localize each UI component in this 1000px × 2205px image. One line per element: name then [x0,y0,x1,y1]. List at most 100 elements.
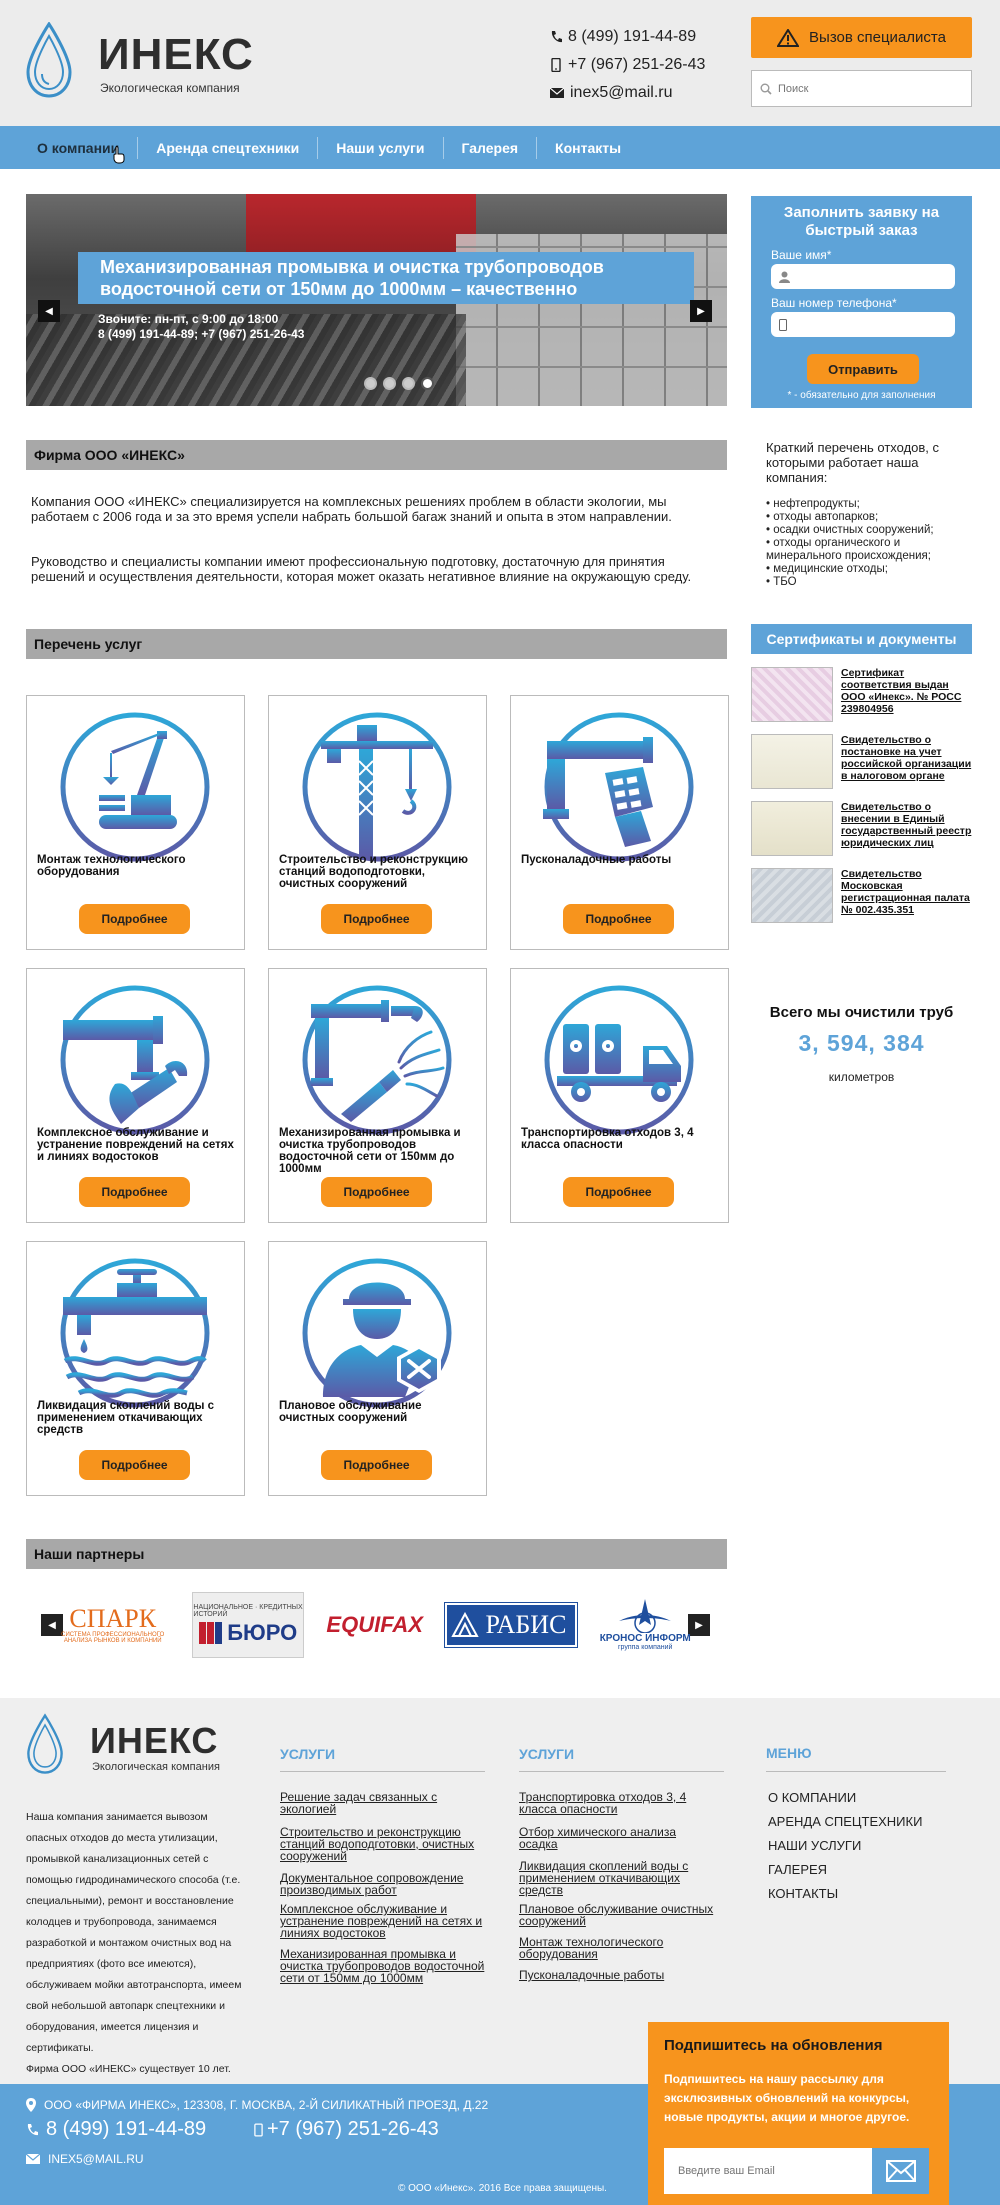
footer-logo-title[interactable]: ИНЕКС [90,1720,218,1762]
footer-link[interactable]: Пусконаладочные работы [519,1969,724,1981]
certificate-link[interactable]: Свидетельство Московская регистрационная… [841,868,976,923]
submit-button[interactable]: Отправить [807,354,919,384]
footer-phone1[interactable]: 8 (499) 191-44-89 [26,2118,206,2141]
phone-input[interactable] [793,317,943,332]
footer-menu-rental[interactable]: АРЕНДА СПЕЦТЕХНИКИ [768,1814,922,1829]
subscribe-title: Подпишитесь на обновления [664,2037,883,2054]
partner-logo-rabis[interactable]: РАБИС [444,1593,579,1657]
logo-drop-icon[interactable] [25,22,73,98]
certificate-link[interactable]: Свидетельство о постановке на учет росси… [841,734,976,789]
more-button[interactable]: Подробнее [563,1177,674,1207]
email-input[interactable] [664,2148,872,2194]
service-title: Комплексное обслуживание и устранение по… [37,1127,234,1163]
certificate-item[interactable]: Свидетельство о постановке на учет росси… [751,734,976,789]
footer-link[interactable]: Монтаж технологического оборудования [519,1936,724,1960]
certificate-thumbnail[interactable] [751,801,833,856]
footer-divider [766,1771,946,1772]
slider-subtext: Звоните: пн-пт, с 9:00 до 18:00 8 (499) … [98,312,304,342]
search-icon [760,83,772,95]
water-pump-icon [60,1258,210,1408]
phone-field[interactable] [771,312,955,337]
footer-link[interactable]: Ликвидация скоплений воды с применением … [519,1860,714,1896]
service-card: Ликвидация скоплений воды с применением … [26,1241,245,1496]
nav-item-contacts[interactable]: Контакты [537,137,639,159]
footer-link[interactable]: Механизированная промывка и очистка труб… [280,1948,485,1984]
footer-menu-contacts[interactable]: КОНТАКТЫ [768,1886,838,1901]
partner-logo-spark[interactable]: СПАРК СИСТЕМА ПРОФЕССИОНАЛЬНОГО АНАЛИЗА … [45,1593,180,1657]
slider-dot[interactable] [383,377,396,390]
search-input[interactable] [778,82,958,95]
nav-item-services[interactable]: Наши услуги [318,136,444,159]
search-box[interactable] [751,70,972,107]
hero-slider[interactable]: Механизированная промывка и очистка труб… [26,194,727,406]
footer-col1-title: УСЛУГИ [280,1746,336,1762]
certificate-thumbnail[interactable] [751,667,833,722]
slider-caption: Механизированная промывка и очистка труб… [78,252,694,304]
service-card: Механизированная промывка и очистка труб… [268,968,487,1223]
certificate-link[interactable]: Свидетельство о внесении в Единый госуда… [841,801,976,856]
more-button[interactable]: Подробнее [321,1177,432,1207]
slider-phones: 8 (499) 191-44-89; +7 (967) 251-26-43 [98,327,305,341]
warning-icon [777,28,800,47]
logo-title[interactable]: ИНЕКС [98,30,254,80]
slider-dot[interactable] [364,377,377,390]
name-field[interactable] [771,264,955,289]
footer-menu-about[interactable]: О КОМПАНИИ [768,1790,856,1805]
footer-link[interactable]: Комплексное обслуживание и устранение по… [280,1903,485,1939]
footer-link[interactable]: Решение задач связанных с экологией [280,1791,485,1815]
partners-carousel: СПАРК СИСТЕМА ПРОФЕССИОНАЛЬНОГО АНАЛИЗА … [45,1592,701,1658]
name-label: Ваше имя* [771,248,832,262]
footer-link[interactable]: Отбор химического анализа осадка [519,1826,714,1850]
header-email[interactable]: inex5@mail.ru [550,84,673,102]
subscribe-button[interactable] [872,2148,929,2194]
service-title: Пусконаладочные работы [521,854,672,866]
slider-dot[interactable] [402,377,415,390]
footer-link[interactable]: Строительство и реконструкцию станций во… [280,1826,485,1862]
slider-dot-active[interactable] [421,377,434,390]
certificate-item[interactable]: Сертификат соответствия выдан ООО «Инекс… [751,667,976,722]
more-button[interactable]: Подробнее [321,1450,432,1480]
subscribe-text: Подпишитесь на нашу рассылку для эксклюз… [664,2072,910,2124]
partner-logo-equifax[interactable]: EQUIFAX [316,1593,434,1657]
certificate-thumbnail[interactable] [751,868,833,923]
more-button[interactable]: Подробнее [79,1450,190,1480]
partner-name: РАБИС [485,1610,567,1639]
footer-email[interactable]: INEX5@MAIL.RU [26,2152,144,2166]
waste-item: • отходы автопарков; [766,511,879,523]
footer-menu-gallery[interactable]: ГАЛЕРЕЯ [768,1862,827,1877]
footer-menu-services[interactable]: НАШИ УСЛУГИ [768,1838,861,1853]
name-input[interactable] [796,269,946,284]
buro-mark-icon [199,1622,223,1644]
footer-logo-drop-icon[interactable] [26,1713,64,1775]
partner-logo-kronos[interactable]: КРОНОС ИНФОРМ группа компаний [589,1593,701,1657]
nav-item-gallery[interactable]: Галерея [444,136,538,159]
partner-logo-buro[interactable]: НАЦИОНАЛЬНОЕ · КРЕДИТНЫХ ИСТОРИЙ БЮРО [192,1592,304,1658]
footer-link[interactable]: Транспортировка отходов 3, 4 класса опас… [519,1791,714,1815]
more-button[interactable]: Подробнее [321,904,432,934]
service-card: Пусконаладочные работы Подробнее [510,695,729,950]
certificate-thumbnail[interactable] [751,734,833,789]
call-specialist-button[interactable]: Вызов специалиста [751,17,972,58]
header-phone2[interactable]: +7 (967) 251-26-43 [550,56,705,74]
worker-icon [302,1258,452,1408]
certificate-link[interactable]: Сертификат соответствия выдан ООО «Инекс… [841,667,976,722]
cleaned-title: Всего мы очистили труб [769,1004,954,1021]
nav-item-rental[interactable]: Аренда спецтехники [138,136,319,159]
footer-link[interactable]: Документальное сопровождение производимы… [280,1872,485,1896]
mail-icon [26,2154,40,2164]
more-button[interactable]: Подробнее [79,904,190,934]
certificate-item[interactable]: Свидетельство Московская регистрационная… [751,868,976,923]
company-text-2: Руководство и специалисты компании имеют… [31,554,692,584]
more-button[interactable]: Подробнее [79,1177,190,1207]
footer-link[interactable]: Плановое обслуживание очистных сооружени… [519,1903,724,1927]
more-button[interactable]: Подробнее [563,904,674,934]
slider-next-button[interactable]: ▶ [690,300,712,322]
footer-col3-title: МЕНЮ [766,1745,812,1761]
slider-prev-button[interactable]: ◀ [38,300,60,322]
footer-logo-subtitle: Экологическая компания [92,1761,220,1773]
footer-phone2[interactable]: +7 (967) 251-26-43 [254,2118,439,2141]
certificate-item[interactable]: Свидетельство о внесении в Единый госуда… [751,801,976,856]
pipe-controller-icon [543,712,694,862]
header-phone1[interactable]: 8 (499) 191-44-89 [550,28,696,46]
service-title: Транспортировка отходов 3, 4 класса опас… [521,1127,694,1151]
